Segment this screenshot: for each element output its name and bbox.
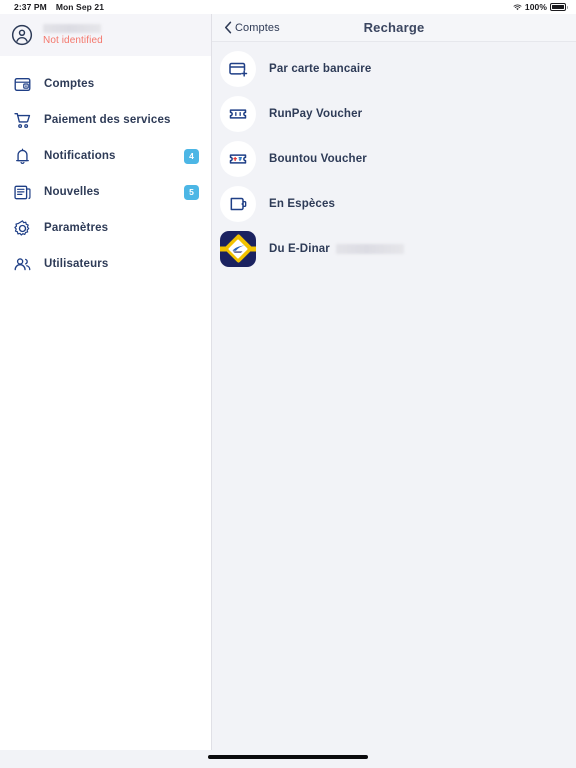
sidebar-item-label: Nouvelles: [44, 186, 100, 198]
sidebar-item-label: Paiement des services: [44, 114, 171, 126]
list-item-label-text: Du E-Dinar: [269, 242, 330, 255]
list-item-label: Du E-Dinar: [269, 243, 404, 255]
list-item-runpay-voucher[interactable]: RunPay Voucher: [212, 91, 576, 136]
gear-icon: [12, 218, 32, 238]
sidebar-nav: Comptes Paiement des services Notificati…: [0, 56, 211, 282]
sidebar-item-nouvelles[interactable]: Nouvelles 5: [0, 174, 211, 210]
sidebar-item-label: Notifications: [44, 150, 116, 162]
battery-percent-label: 100%: [524, 2, 548, 12]
edinar-logo-icon: [220, 230, 256, 267]
back-button[interactable]: Comptes: [224, 21, 280, 34]
chevron-left-icon: [224, 21, 232, 34]
wallet-icon: [12, 74, 32, 94]
shopping-cart-icon: [12, 110, 32, 130]
app-screen: 2:37 PM Mon Sep 21 100% Not identified C…: [0, 0, 576, 768]
list-item-du-e-dinar[interactable]: Du E-Dinar: [212, 226, 576, 271]
bell-icon: [12, 146, 32, 166]
sidebar-item-label: Comptes: [44, 78, 95, 90]
user-circle-icon: [11, 24, 33, 46]
sidebar-item-comptes[interactable]: Comptes: [0, 66, 211, 102]
list-item-en-especes[interactable]: En Espèces: [212, 181, 576, 226]
detail-pane: Comptes Recharge Par carte bancaire RunP…: [211, 14, 576, 750]
sidebar-item-parametres[interactable]: Paramètres: [0, 210, 211, 246]
status-badge: 5: [184, 184, 199, 200]
list-item-label: En Espèces: [269, 197, 336, 210]
list-item-label: Par carte bancaire: [269, 62, 372, 75]
list-item-value-redacted: [335, 243, 404, 254]
newspaper-icon: [12, 182, 32, 202]
home-indicator[interactable]: [208, 755, 368, 759]
recharge-options-list: Par carte bancaire RunPay Voucher Bounto…: [212, 42, 576, 271]
navigation-bar: Comptes Recharge: [212, 14, 576, 42]
credit-card-plus-icon: [220, 50, 256, 87]
sidebar-item-utilisateurs[interactable]: Utilisateurs: [0, 246, 211, 282]
battery-full-icon: [550, 3, 568, 11]
profile-name-redacted: [43, 24, 101, 33]
list-item-label: Bountou Voucher: [269, 152, 367, 165]
sidebar-item-label: Paramètres: [44, 222, 109, 234]
list-item-label: RunPay Voucher: [269, 107, 363, 120]
list-item-par-carte-bancaire[interactable]: Par carte bancaire: [212, 46, 576, 91]
status-bar-time: 2:37 PM: [14, 2, 47, 12]
users-icon: [12, 254, 32, 274]
status-bar-left: 2:37 PM Mon Sep 21: [14, 2, 104, 12]
status-bar: 2:37 PM Mon Sep 21 100%: [0, 0, 576, 14]
profile-status: Not identified: [43, 35, 103, 46]
split-view: Not identified Comptes Paiement des serv…: [0, 14, 576, 750]
status-bar-date: Mon Sep 21: [55, 2, 105, 12]
sidebar-item-notifications[interactable]: Notifications 4: [0, 138, 211, 174]
status-bar-right: 100%: [513, 2, 568, 12]
home-indicator-bar: [0, 750, 576, 768]
wifi-icon: [513, 4, 522, 10]
ticket-icon: [220, 95, 256, 132]
back-button-label: Comptes: [235, 21, 280, 34]
profile-text: Not identified: [43, 24, 103, 46]
list-item-bountou-voucher[interactable]: Bountou Voucher: [212, 136, 576, 181]
sidebar-item-paiement-des-services[interactable]: Paiement des services: [0, 102, 211, 138]
sidebar-profile[interactable]: Not identified: [0, 14, 211, 56]
sidebar: Not identified Comptes Paiement des serv…: [0, 14, 211, 750]
cash-wallet-icon: [220, 185, 256, 222]
ticket-colored-icon: [220, 140, 256, 177]
sidebar-item-label: Utilisateurs: [44, 258, 109, 270]
status-badge: 4: [184, 148, 199, 164]
